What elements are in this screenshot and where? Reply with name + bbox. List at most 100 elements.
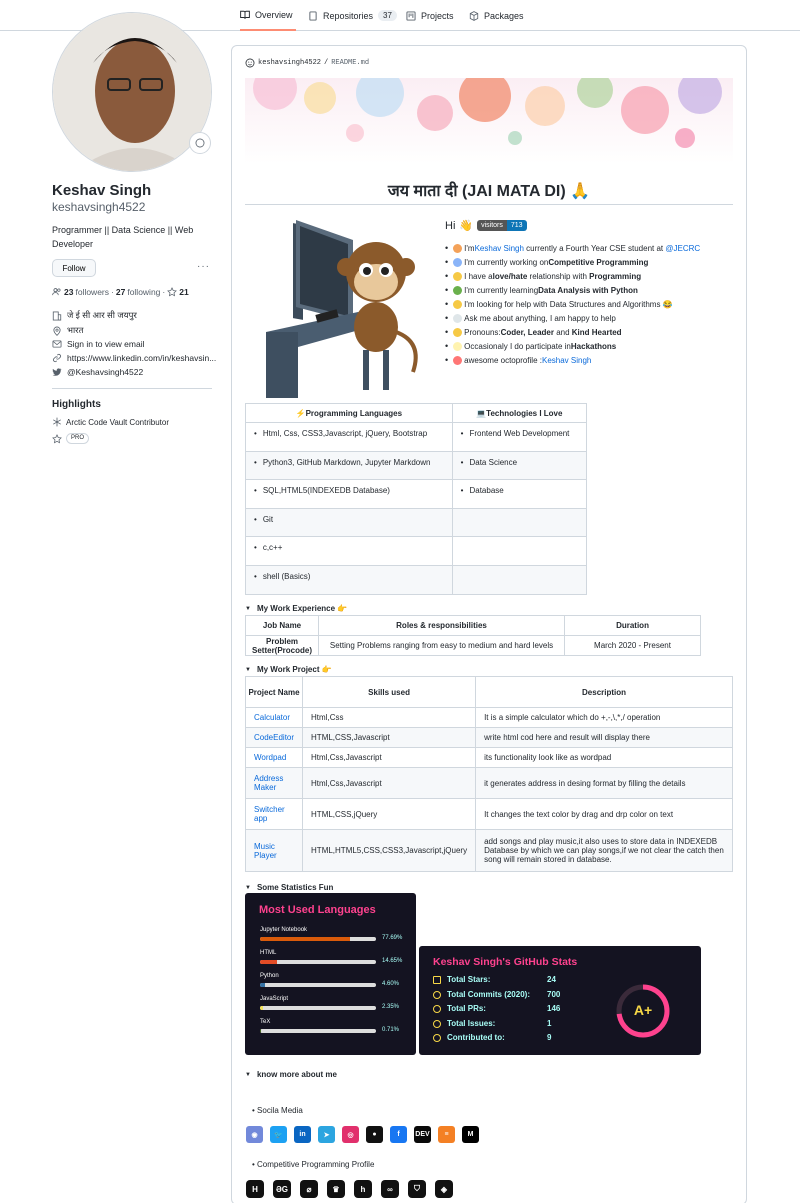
linkedin-icon[interactable]: in bbox=[294, 1126, 311, 1143]
book-icon bbox=[240, 10, 250, 19]
cell-text: add songs and play music,it also uses to… bbox=[484, 837, 724, 864]
highlight-arctic[interactable]: Arctic Code Vault Contributor bbox=[52, 417, 169, 427]
telegram-icon[interactable]: ➤ bbox=[318, 1126, 335, 1143]
stat-label: Total PRs: bbox=[447, 1004, 486, 1013]
medium-icon[interactable]: M bbox=[462, 1126, 479, 1143]
tab-projects[interactable]: Projects bbox=[406, 0, 454, 31]
mail-icon bbox=[52, 340, 62, 348]
highlight-text[interactable]: Arctic Code Vault Contributor bbox=[66, 418, 169, 427]
cell-text: Database bbox=[461, 486, 504, 495]
discord-icon[interactable]: ◉ bbox=[246, 1126, 263, 1143]
leetcode-icon[interactable]: ⌀ bbox=[300, 1180, 318, 1198]
highlights-title: Highlights bbox=[52, 399, 101, 410]
follow-button[interactable]: Follow bbox=[52, 259, 96, 277]
smiley-icon bbox=[245, 58, 255, 68]
table-cell[interactable]: Calculator bbox=[244, 707, 304, 728]
following-count[interactable]: 27 bbox=[116, 287, 125, 297]
hackerrank-icon[interactable]: H bbox=[246, 1180, 264, 1198]
intro-link[interactable]: @JECRC bbox=[665, 244, 700, 253]
stars-count[interactable]: 21 bbox=[179, 287, 188, 297]
coding-monkey-illustration bbox=[258, 212, 430, 402]
codeforces-icon[interactable]: ∞ bbox=[381, 1180, 399, 1198]
social-media-label: • Socila Media bbox=[252, 1106, 303, 1115]
project-link[interactable]: Switcher app bbox=[254, 805, 285, 823]
email-text[interactable]: Sign in to view email bbox=[67, 339, 144, 349]
more-options-button[interactable]: ··· bbox=[197, 261, 210, 272]
table-cell: shell (Basics) bbox=[245, 564, 453, 595]
icon-glyph: ⛉ bbox=[414, 1184, 420, 1193]
language-percent: 14.65% bbox=[382, 958, 403, 964]
project-link[interactable]: Wordpad bbox=[254, 753, 286, 762]
website-text[interactable]: https://www.linkedin.com/in/keshavsin... bbox=[67, 353, 216, 363]
readme-file-link[interactable]: README.md bbox=[331, 59, 369, 67]
dev-icon[interactable]: DEV bbox=[414, 1126, 431, 1143]
instagram-icon[interactable]: ◎ bbox=[342, 1126, 359, 1143]
profile-website[interactable]: https://www.linkedin.com/in/keshavsin... bbox=[52, 353, 216, 363]
work-experience-summary[interactable]: My Work Experience 👉 bbox=[245, 604, 347, 613]
table-cell[interactable]: Switcher app bbox=[244, 798, 304, 830]
table-row: CodeEditor HTML,CSS,Javascript write html … bbox=[244, 727, 733, 748]
tab-repositories[interactable]: Repositories 37 bbox=[308, 0, 397, 31]
table-header: ⚡Programming Languages bbox=[245, 403, 453, 423]
facebook-icon[interactable]: f bbox=[390, 1126, 407, 1143]
table-cell[interactable]: Music Player bbox=[244, 829, 304, 872]
icon-glyph: h bbox=[360, 1184, 366, 1194]
icon-glyph: ◉ bbox=[251, 1131, 258, 1139]
following-label[interactable]: following bbox=[127, 287, 160, 297]
codechef-icon[interactable]: ♛ bbox=[327, 1180, 345, 1198]
icon-glyph: ● bbox=[372, 1131, 377, 1138]
summary-label[interactable]: Some Statistics Fun bbox=[257, 883, 333, 892]
work-project-summary[interactable]: My Work Project 👉 bbox=[245, 665, 332, 674]
table-cell: Frontend Web Development bbox=[451, 422, 588, 452]
interviewbit-icon[interactable]: ◈ bbox=[435, 1180, 453, 1198]
hackerearth-icon[interactable]: h bbox=[354, 1180, 372, 1198]
stackoverflow-icon[interactable]: ≡ bbox=[438, 1126, 455, 1143]
repo-icon bbox=[309, 10, 317, 21]
readme-heading: जय माता दी (JAI MATA DI) 🙏 bbox=[387, 183, 591, 200]
table-cell: HTML,CSS,jQuery bbox=[302, 798, 477, 830]
language-bar-fill bbox=[260, 983, 266, 987]
cell-text: Git bbox=[254, 515, 273, 524]
table-cell[interactable]: Address Maker bbox=[244, 767, 304, 799]
profile-twitter[interactable]: @Keshavsingh4522 bbox=[52, 367, 143, 377]
twitter-icon[interactable]: 🐦 bbox=[270, 1126, 287, 1143]
rank-grade: A+ bbox=[633, 1002, 653, 1018]
reddit-icon[interactable]: ● bbox=[366, 1126, 383, 1143]
readme-user-link[interactable]: keshavsingh4522 bbox=[258, 59, 321, 67]
tab-packages[interactable]: Packages bbox=[469, 0, 524, 31]
table-cell bbox=[451, 507, 588, 538]
project-link[interactable]: Calculator bbox=[254, 713, 290, 722]
know-more-summary[interactable]: know more about me bbox=[245, 1070, 337, 1079]
tab-overview[interactable]: Overview bbox=[240, 0, 296, 31]
followers-label[interactable]: followers bbox=[75, 287, 109, 297]
twitter-text[interactable]: @Keshavsingh4522 bbox=[67, 367, 143, 377]
summary-label[interactable]: My Work Project 👉 bbox=[257, 665, 332, 674]
intro-link[interactable]: Keshav Singh bbox=[475, 244, 524, 253]
status-emoji-button[interactable] bbox=[189, 132, 211, 154]
table-row: Problem Setter(Procode) Setting Problems … bbox=[244, 635, 701, 656]
table-cell: It changes the text color by drag and dr… bbox=[475, 798, 733, 830]
project-link[interactable]: Address Maker bbox=[254, 774, 283, 792]
icon-glyph: f bbox=[397, 1131, 400, 1138]
summary-label[interactable]: know more about me bbox=[257, 1070, 337, 1079]
table-cell[interactable]: Wordpad bbox=[244, 747, 304, 768]
intro-link[interactable]: Keshav Singh bbox=[542, 356, 591, 365]
language-bar-fill bbox=[260, 1029, 261, 1033]
topcoder-icon[interactable]: ⛉ bbox=[408, 1180, 426, 1198]
language-name: Python bbox=[260, 973, 279, 979]
geeksforgeeks-icon[interactable]: ƏG bbox=[273, 1180, 291, 1198]
statistics-summary[interactable]: Some Statistics Fun bbox=[245, 883, 333, 892]
cell-text: c,c++ bbox=[254, 543, 282, 552]
dot-separator: · bbox=[111, 287, 114, 297]
avatar[interactable] bbox=[52, 12, 212, 172]
language-percent: 2.35% bbox=[382, 1004, 400, 1010]
table-cell[interactable]: CodeEditor bbox=[244, 727, 304, 748]
profile-email[interactable]: Sign in to view email bbox=[52, 339, 144, 349]
table-cell: c,c++ bbox=[245, 536, 453, 566]
intro-text: Pronouns: bbox=[464, 327, 501, 337]
summary-label[interactable]: My Work Experience 👉 bbox=[257, 604, 347, 613]
followers-count[interactable]: 23 bbox=[64, 287, 73, 297]
project-link[interactable]: Music Player bbox=[254, 842, 277, 860]
project-link[interactable]: CodeEditor bbox=[254, 733, 294, 742]
divider bbox=[52, 388, 212, 389]
